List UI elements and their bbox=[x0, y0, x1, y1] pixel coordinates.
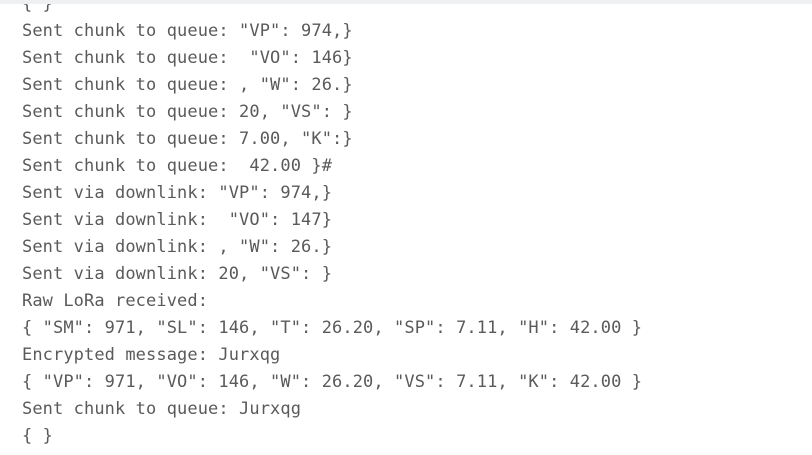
log-line: { } bbox=[22, 426, 54, 446]
log-line: Sent chunk to queue: "VP": 974,} bbox=[22, 21, 353, 41]
log-line: Sent chunk to queue: 42.00 }# bbox=[22, 156, 333, 176]
log-line: Sent chunk to queue: , "W": 26.} bbox=[22, 75, 353, 95]
log-line: { } bbox=[22, 0, 54, 14]
log-line: Sent via downlink: 20, "VS": } bbox=[22, 264, 333, 284]
log-line: Raw LoRa received: bbox=[22, 291, 209, 311]
serial-console: { } Sent chunk to queue: "VP": 974,} Sen… bbox=[0, 0, 812, 455]
log-line: Sent chunk to queue: 20, "VS": } bbox=[22, 102, 353, 122]
log-line: Sent chunk to queue: "VO": 146} bbox=[22, 48, 353, 68]
log-line: { "VP": 971, "VO": 146, "W": 26.20, "VS"… bbox=[22, 372, 643, 392]
log-line: Sent via downlink: "VO": 147} bbox=[22, 210, 333, 230]
log-line: Encrypted message: Jurxqg bbox=[22, 345, 281, 365]
log-line: Sent chunk to queue: 7.00, "K":} bbox=[22, 129, 353, 149]
log-line: Sent chunk to queue: Jurxqg bbox=[22, 399, 302, 419]
console-log: { } Sent chunk to queue: "VP": 974,} Sen… bbox=[22, 0, 643, 450]
log-line: Sent via downlink: "VP": 974,} bbox=[22, 183, 333, 203]
log-line: { "SM": 971, "SL": 146, "T": 26.20, "SP"… bbox=[22, 318, 643, 338]
log-line: Sent via downlink: , "W": 26.} bbox=[22, 237, 333, 257]
